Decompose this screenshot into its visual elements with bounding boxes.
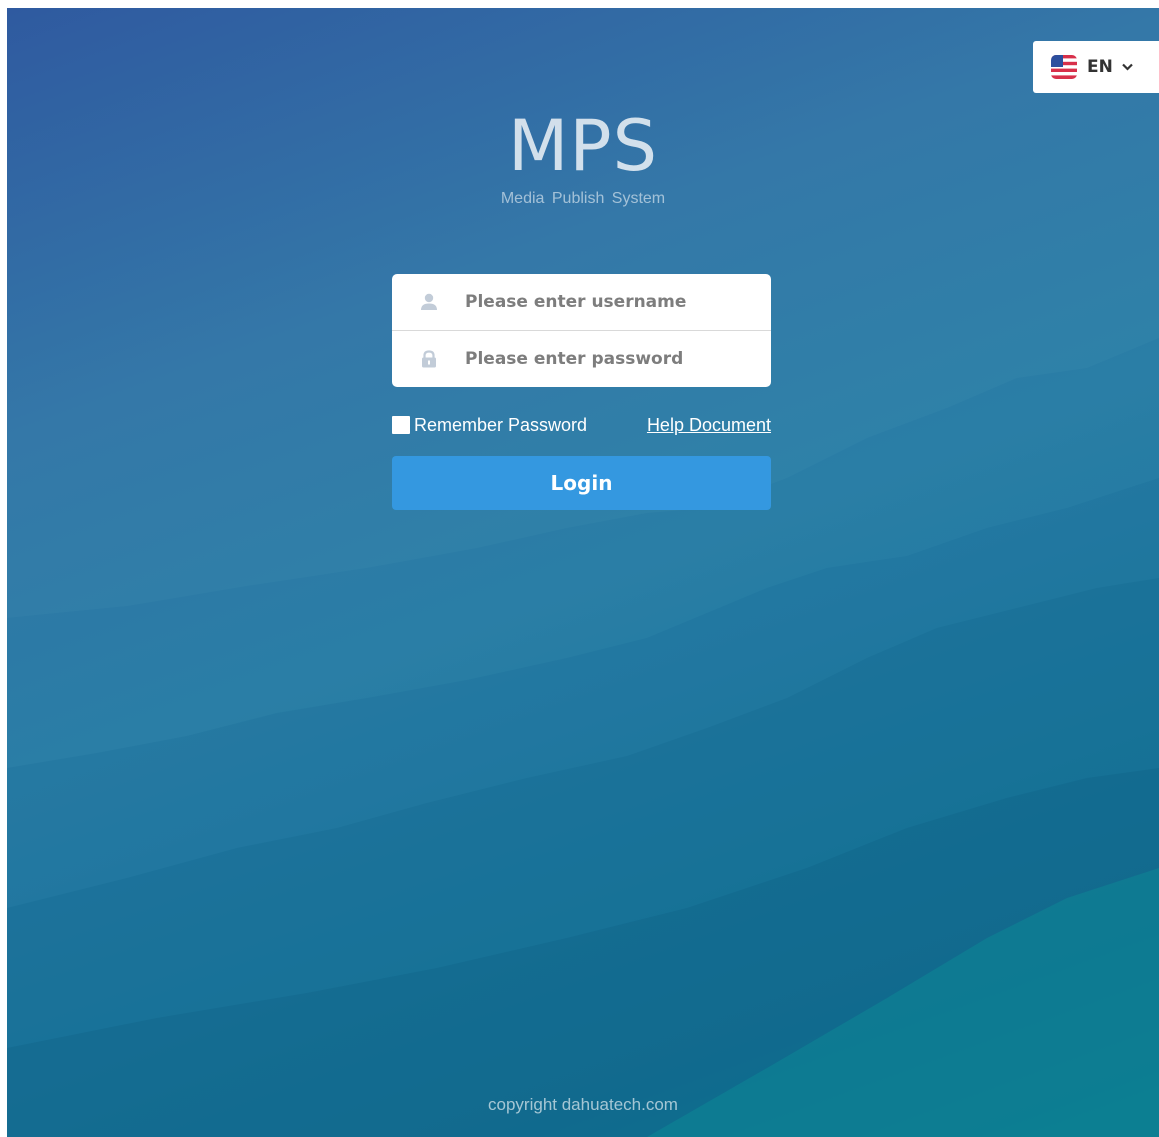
chevron-down-icon: [1122, 63, 1133, 71]
user-icon: [421, 293, 437, 310]
password-row: [392, 331, 771, 387]
login-form: [392, 274, 771, 387]
login-page: EN MPS Media Publish System Remember Pas…: [7, 8, 1159, 1137]
remember-password-label[interactable]: Remember Password: [414, 414, 587, 436]
language-code: EN: [1087, 57, 1113, 77]
help-document-link[interactable]: Help Document: [647, 414, 771, 436]
copyright-text: copyright dahuatech.com: [488, 1095, 678, 1114]
lock-icon: [422, 350, 436, 368]
language-selector[interactable]: EN: [1033, 41, 1159, 93]
us-flag-icon: [1051, 55, 1077, 79]
remember-password-checkbox[interactable]: [392, 416, 410, 434]
login-options: Remember Password Help Document: [392, 414, 771, 436]
username-input[interactable]: [465, 274, 755, 330]
login-button[interactable]: Login: [392, 456, 771, 510]
password-input[interactable]: [465, 331, 755, 387]
app-title: MPS: [507, 105, 659, 187]
username-row: [392, 274, 771, 331]
app-subtitle: Media Publish System: [500, 190, 666, 207]
